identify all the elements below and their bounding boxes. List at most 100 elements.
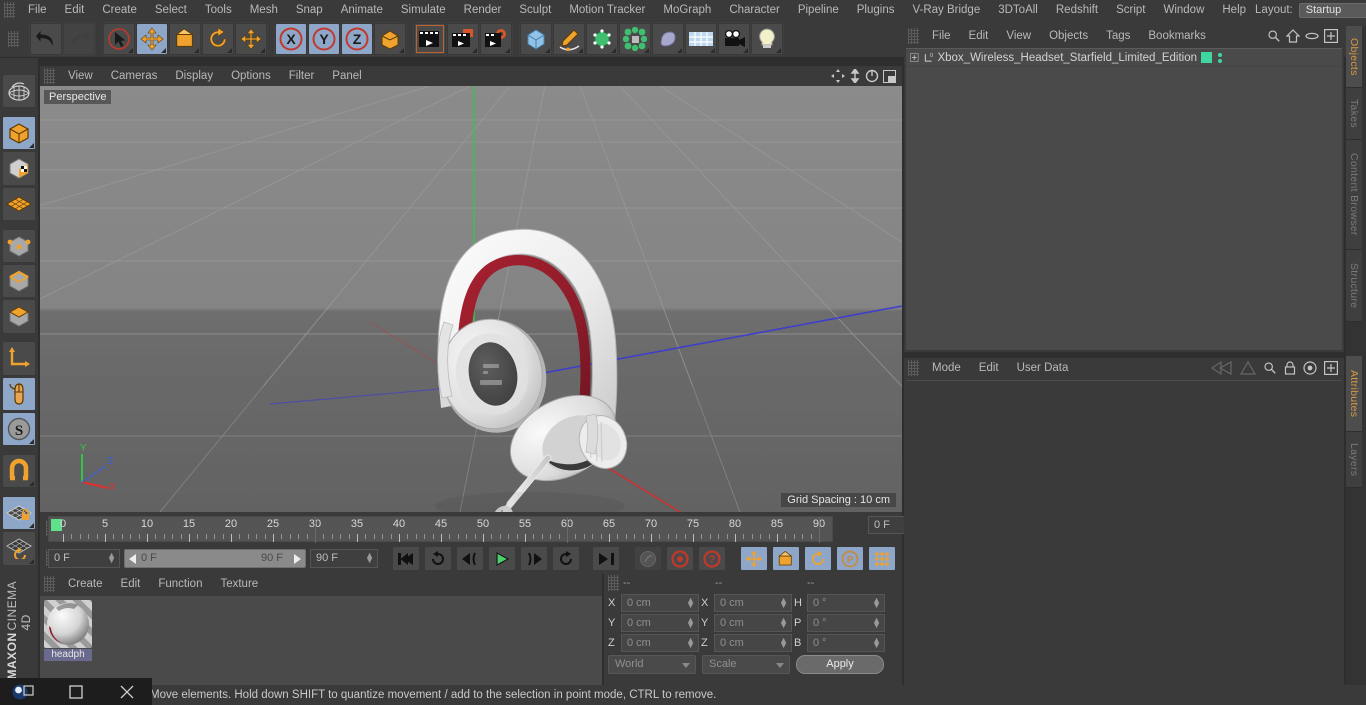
side-tab-structure[interactable]: Structure	[1346, 250, 1362, 322]
menu-mograph[interactable]: MoGraph	[654, 0, 720, 20]
nurbs-icon[interactable]	[586, 22, 618, 55]
target-icon[interactable]	[1303, 361, 1317, 375]
dolly-icon[interactable]	[849, 69, 861, 83]
menu-tools[interactable]: Tools	[196, 0, 241, 20]
goto-end-icon[interactable]	[592, 546, 620, 571]
menu-help[interactable]: Help	[1213, 0, 1255, 20]
step-forward-icon[interactable]	[520, 546, 548, 571]
select-live-icon[interactable]	[103, 22, 135, 55]
loop-forward-icon[interactable]	[552, 546, 580, 571]
layout-dropdown[interactable]: Startup	[1298, 2, 1366, 18]
app-window-icon[interactable]	[0, 678, 51, 705]
menu-animate[interactable]: Animate	[332, 0, 392, 20]
pos-z-field[interactable]: 0 cm ▲ ▼	[621, 633, 699, 652]
snap-s-icon[interactable]: S	[2, 411, 36, 447]
stepper-icon[interactable]: ▲▼	[365, 551, 374, 565]
stepper-icon[interactable]: ▲▼	[686, 635, 695, 649]
object-row[interactable]: 0 Xbox_Wireless_Headset_Starfield_Limite…	[906, 49, 1342, 67]
attr-menu-edit[interactable]: Edit	[970, 358, 1008, 378]
lock-icon[interactable]	[1284, 361, 1296, 375]
headset-3d-model[interactable]	[40, 86, 902, 512]
menu-character[interactable]: Character	[720, 0, 789, 20]
axis-x-icon[interactable]: X	[275, 22, 307, 55]
attribute-content[interactable]	[906, 380, 1342, 683]
side-tab-takes[interactable]: Takes	[1346, 88, 1362, 140]
object-menu-tags[interactable]: Tags	[1097, 26, 1139, 46]
stepper-icon[interactable]: ▲▼	[779, 615, 788, 629]
material-gripper[interactable]	[44, 576, 55, 592]
viewport-3d[interactable]: Perspective Grid Spacing : 10 cm Y X Z	[40, 86, 902, 512]
ellipse-icon[interactable]	[1305, 31, 1319, 41]
camera-icon[interactable]	[718, 22, 750, 55]
material-menu-create[interactable]: Create	[59, 574, 112, 594]
viewport-menu-options[interactable]: Options	[222, 66, 280, 86]
stepper-icon[interactable]: ▲▼	[872, 615, 881, 629]
pos-y-field[interactable]: 0 cm ▲ ▼	[621, 613, 699, 632]
render-picture-icon[interactable]	[447, 22, 479, 55]
menu-vray-bridge[interactable]: V-Ray Bridge	[903, 0, 989, 20]
key-pla-icon[interactable]	[868, 546, 896, 571]
expand-plus-icon[interactable]	[910, 52, 919, 63]
key-scale-icon[interactable]	[772, 546, 800, 571]
viewport-gripper[interactable]	[44, 68, 55, 84]
render-settings-icon[interactable]	[480, 22, 512, 55]
size-y-field[interactable]: 0 cm ▲ ▼	[714, 613, 792, 632]
material-thumbnail[interactable]	[44, 600, 92, 648]
step-back-icon[interactable]	[456, 546, 484, 571]
workplane-lock-icon[interactable]	[2, 495, 36, 531]
play-icon[interactable]	[488, 546, 516, 571]
light-icon[interactable]	[751, 22, 783, 55]
model-mode-icon[interactable]	[2, 115, 36, 151]
home-icon[interactable]	[1286, 29, 1300, 43]
spline-pen-icon[interactable]	[553, 22, 585, 55]
side-tab-attributes[interactable]: Attributes	[1346, 356, 1362, 432]
key-position-icon[interactable]	[740, 546, 768, 571]
material-list[interactable]: headph	[40, 596, 602, 685]
viewport-menu-display[interactable]: Display	[166, 66, 222, 86]
end-frame-field[interactable]: 90 F ▲ ▼	[310, 549, 378, 568]
viewport-solo-icon[interactable]	[2, 376, 36, 411]
object-menu-objects[interactable]: Objects	[1040, 26, 1097, 46]
search-icon[interactable]	[1267, 29, 1281, 43]
current-frame-field[interactable]: 0 F ▲ ▼	[48, 549, 120, 568]
axis-z-icon[interactable]: Z	[341, 22, 373, 55]
object-menu-bookmarks[interactable]: Bookmarks	[1139, 26, 1215, 46]
menu-plugins[interactable]: Plugins	[848, 0, 904, 20]
menu-3dtoall[interactable]: 3DToAll	[989, 0, 1047, 20]
cube-icon[interactable]	[520, 22, 552, 55]
preview-range-slider[interactable]: 0 F 90 F	[124, 549, 306, 568]
menu-redshift[interactable]: Redshift	[1047, 0, 1107, 20]
maximize-icon[interactable]	[883, 69, 896, 83]
workplane-rotate-icon[interactable]	[2, 531, 36, 566]
key-param-icon[interactable]: P	[836, 546, 864, 571]
timeline-ruler[interactable]: 051015202530354045505560657075808590	[48, 516, 833, 543]
material-menu-texture[interactable]: Texture	[211, 574, 267, 594]
viewport-menu-filter[interactable]: Filter	[280, 66, 324, 86]
stepper-icon[interactable]: ▲▼	[872, 595, 881, 609]
coord-system-dropdown[interactable]: World	[608, 655, 696, 674]
material-item[interactable]: headph	[44, 600, 92, 661]
history-forward-icon[interactable]	[1240, 361, 1256, 375]
menubar-gripper[interactable]	[4, 2, 15, 18]
menu-pipeline[interactable]: Pipeline	[789, 0, 848, 20]
key-rotation-icon[interactable]	[804, 546, 832, 571]
object-menu-file[interactable]: File	[923, 26, 960, 46]
menu-select[interactable]: Select	[146, 0, 196, 20]
pan-icon[interactable]	[831, 69, 845, 83]
axis-y-icon[interactable]: Y	[308, 22, 340, 55]
rot-h-field[interactable]: 0 ° ▲ ▼	[807, 593, 885, 612]
size-z-field[interactable]: 0 cm ▲ ▼	[714, 633, 792, 652]
menu-script[interactable]: Script	[1107, 0, 1154, 20]
material-menu-function[interactable]: Function	[149, 574, 211, 594]
menu-snap[interactable]: Snap	[287, 0, 332, 20]
polygon-grid-icon[interactable]	[2, 186, 36, 221]
viewport-menu-view[interactable]: View	[59, 66, 102, 86]
plus-box-icon[interactable]	[1324, 29, 1338, 43]
keyframe-select-icon[interactable]: ?	[698, 546, 726, 571]
attribute-manager-gripper[interactable]	[908, 360, 919, 376]
search-icon[interactable]	[1263, 361, 1277, 375]
stepper-icon[interactable]: ▲▼	[779, 595, 788, 609]
object-color-swatch[interactable]	[1201, 52, 1212, 63]
move-dup-icon[interactable]	[235, 22, 267, 55]
magnet-icon[interactable]	[2, 453, 36, 489]
